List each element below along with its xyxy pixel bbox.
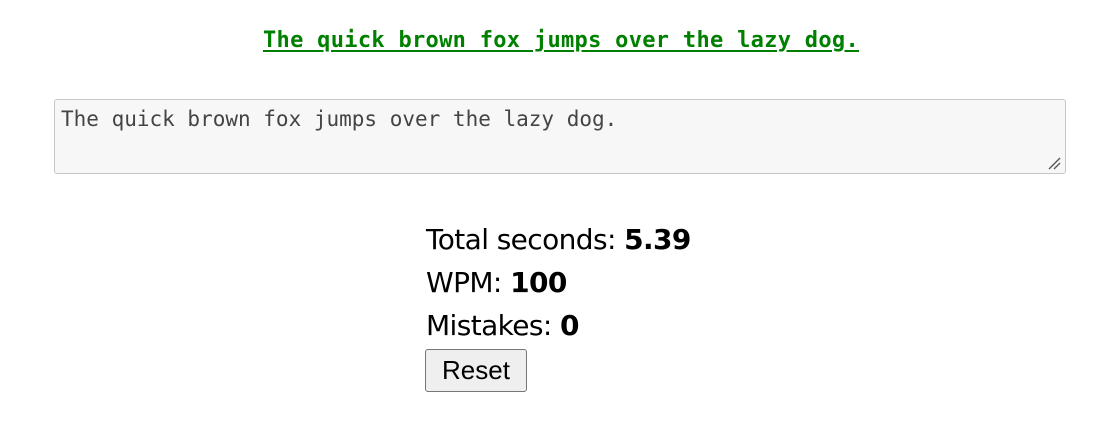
mistakes-label: Mistakes: — [426, 309, 561, 342]
results-panel: Total seconds: 5.39 WPM: 100 Mistakes: 0 — [426, 218, 691, 347]
typing-input[interactable] — [54, 99, 1066, 174]
total-seconds-row: Total seconds: 5.39 — [426, 218, 691, 261]
reset-button[interactable]: Reset — [425, 349, 527, 392]
mistakes-row: Mistakes: 0 — [426, 304, 691, 347]
total-seconds-value: 5.39 — [624, 223, 691, 256]
mistakes-value: 0 — [560, 309, 579, 342]
target-sentence: The quick brown fox jumps over the lazy … — [263, 28, 859, 53]
wpm-row: WPM: 100 — [426, 261, 691, 304]
wpm-label: WPM: — [426, 266, 511, 299]
wpm-value: 100 — [510, 266, 567, 299]
resize-grip-icon[interactable] — [1046, 155, 1062, 171]
total-seconds-label: Total seconds: — [426, 223, 625, 256]
